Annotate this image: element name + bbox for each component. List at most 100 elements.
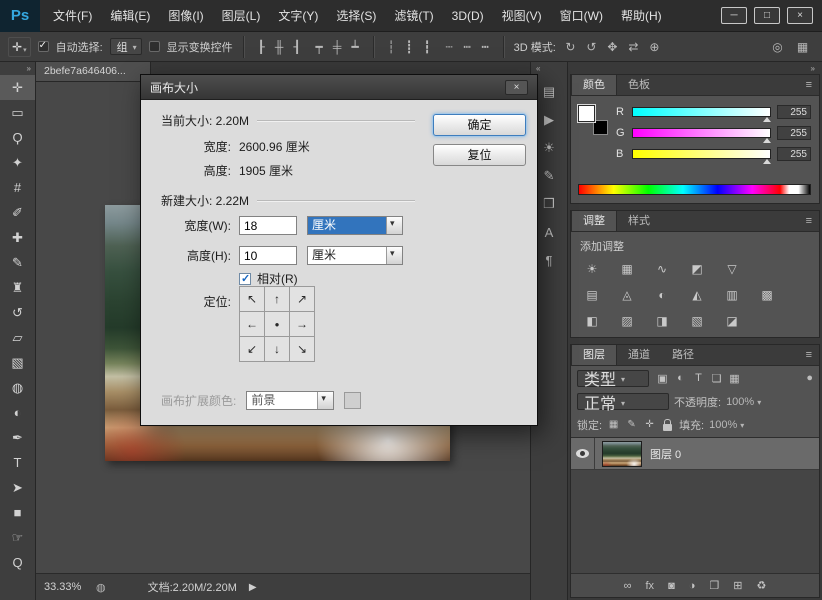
fill-field[interactable]: 100% (709, 419, 744, 431)
3d-roll-icon[interactable]: ↺ (584, 40, 599, 54)
tool-preset-dropdown[interactable]: ✛ ▾ (8, 37, 31, 57)
maximize-button[interactable]: □ (754, 7, 780, 24)
menu-item[interactable]: 选择(S) (327, 0, 385, 32)
selective-color-icon[interactable]: ◪ (721, 311, 743, 330)
align-top-edges-icon[interactable]: ┯ (312, 40, 327, 54)
layer-filter-type-dropdown[interactable]: 类型 (577, 370, 649, 387)
lock-transparent-pixels-icon[interactable]: ▦ (607, 419, 620, 430)
adjustments-panel-icon[interactable]: ☀ (535, 136, 563, 160)
distribute-vertical-icon[interactable]: ┉ (460, 40, 475, 54)
tab-color[interactable]: 颜色 (571, 75, 617, 95)
lasso-tool[interactable]: Ϙ (0, 125, 35, 150)
tab-channels[interactable]: 通道 (617, 345, 661, 365)
history-brush-tool[interactable]: ↺ (0, 300, 35, 325)
zoom-level-field[interactable]: 33.33% (44, 581, 96, 593)
levels-icon[interactable]: ▦ (616, 259, 638, 278)
layer-visibility-cell[interactable] (571, 438, 595, 469)
relative-checkbox[interactable] (239, 273, 251, 285)
crop-tool[interactable]: # (0, 175, 35, 200)
vibrance-icon[interactable]: ▽ (721, 259, 743, 278)
new-layer-icon[interactable]: ⊞ (733, 579, 742, 592)
invert-icon[interactable]: ◧ (581, 311, 603, 330)
chevron-down-icon[interactable] (386, 217, 402, 234)
filter-pixel-layers-icon[interactable]: ▣ (655, 372, 670, 385)
brush-panel-icon[interactable]: ✎ (535, 164, 563, 188)
color-lookup-icon[interactable]: ▩ (756, 285, 778, 304)
channel-mixer-icon[interactable]: ▥ (721, 285, 743, 304)
lock-image-pixels-icon[interactable]: ✎ (625, 419, 638, 430)
blend-mode-dropdown[interactable]: 正常 (577, 393, 669, 410)
status-expander-icon[interactable]: ▶ (249, 582, 257, 593)
brush-tool[interactable]: ✎ (0, 250, 35, 275)
minimize-button[interactable]: ─ (721, 7, 747, 24)
actions-panel-icon[interactable]: ▶ (535, 108, 563, 132)
menu-item[interactable]: 窗口(W) (551, 0, 612, 32)
width-unit-dropdown[interactable]: 厘米 (307, 216, 403, 235)
3d-pan-icon[interactable]: ✥ (605, 40, 620, 54)
channel-slider[interactable] (632, 128, 771, 138)
3d-rotate-icon[interactable]: ↻ (563, 40, 578, 54)
exposure-icon[interactable]: ◩ (686, 259, 708, 278)
align-vertical-centers-icon[interactable]: ╪ (330, 40, 345, 54)
rectangular-marquee-tool[interactable]: ▭ (0, 100, 35, 125)
menu-item[interactable]: 文件(F) (44, 0, 101, 32)
extension-color-swatch[interactable] (344, 392, 361, 409)
brightness-contrast-icon[interactable]: ☀ (581, 259, 603, 278)
delete-layer-icon[interactable]: ♻ (756, 579, 766, 592)
rotate-view-icon[interactable]: ◎ (770, 40, 785, 54)
panels-expander-icon[interactable]: » (568, 62, 822, 74)
3d-slide-icon[interactable]: ⇄ (626, 40, 641, 54)
opacity-field[interactable]: 100% (726, 396, 761, 408)
chevron-down-icon[interactable] (317, 392, 333, 409)
eraser-tool[interactable]: ▱ (0, 325, 35, 350)
auto-select-target-dropdown[interactable]: 组 (110, 38, 142, 55)
add-layer-mask-icon[interactable]: ◙ (668, 580, 675, 592)
tab-swatches[interactable]: 色板 (617, 75, 661, 95)
hue-saturation-icon[interactable]: ▤ (581, 285, 603, 304)
distribute-right-icon[interactable]: ┇ (420, 40, 435, 54)
type-tool[interactable]: T (0, 450, 35, 475)
anchor-cell[interactable]: ↙ (240, 337, 265, 362)
workspace-icon[interactable]: ▦ (795, 40, 810, 54)
pen-tool[interactable]: ✒ (0, 425, 35, 450)
document-tab[interactable]: 2befe7a646406... (36, 62, 151, 81)
anchor-cell[interactable]: → (290, 312, 315, 337)
filter-shape-layers-icon[interactable]: ❏ (709, 372, 724, 385)
panel-menu-icon[interactable]: ≡ (799, 75, 819, 95)
anchor-cell[interactable]: ↗ (290, 287, 315, 312)
layer-name[interactable]: 图层 0 (650, 446, 681, 462)
anchor-cell[interactable]: ↑ (265, 287, 290, 312)
menu-item[interactable]: 文字(Y) (269, 0, 327, 32)
new-adjustment-layer-icon[interactable]: ◑ (689, 580, 696, 592)
tab-styles[interactable]: 样式 (617, 211, 661, 231)
clone-source-panel-icon[interactable]: ❒ (535, 192, 563, 216)
rectangle-shape-tool[interactable]: ■ (0, 500, 35, 525)
gradient-tool[interactable]: ▧ (0, 350, 35, 375)
foreground-color-swatch[interactable] (578, 105, 595, 122)
black-white-icon[interactable]: ◐ (651, 285, 673, 304)
dodge-tool[interactable]: ◐ (0, 400, 35, 425)
threshold-icon[interactable]: ◨ (651, 311, 673, 330)
slider-thumb[interactable] (763, 134, 771, 143)
panel-menu-icon[interactable]: ≡ (799, 345, 819, 365)
posterize-icon[interactable]: ▨ (616, 311, 638, 330)
move-tool[interactable]: ✛ (0, 75, 35, 100)
spot-healing-brush-tool[interactable]: ✚ (0, 225, 35, 250)
height-unit-dropdown[interactable]: 厘米 (307, 246, 403, 265)
channel-value-field[interactable]: 255 (777, 126, 811, 140)
align-horizontal-centers-icon[interactable]: ╫ (272, 40, 287, 54)
auto-select-checkbox[interactable] (38, 41, 49, 52)
align-left-edges-icon[interactable]: ┠ (254, 40, 269, 54)
background-color-swatch[interactable] (593, 120, 608, 135)
chevron-down-icon[interactable] (386, 247, 402, 264)
menu-item[interactable]: 编辑(E) (101, 0, 159, 32)
blur-tool[interactable]: ◍ (0, 375, 35, 400)
gradient-map-icon[interactable]: ▧ (686, 311, 708, 330)
lock-position-icon[interactable]: ✛ (643, 419, 656, 430)
slider-thumb[interactable] (763, 155, 771, 164)
color-swatch-pair[interactable] (578, 105, 608, 135)
filter-type-layers-icon[interactable]: T (691, 372, 706, 385)
link-layers-icon[interactable]: ∞ (624, 580, 632, 592)
tab-paths[interactable]: 路径 (661, 345, 705, 365)
eye-icon[interactable] (576, 449, 589, 458)
